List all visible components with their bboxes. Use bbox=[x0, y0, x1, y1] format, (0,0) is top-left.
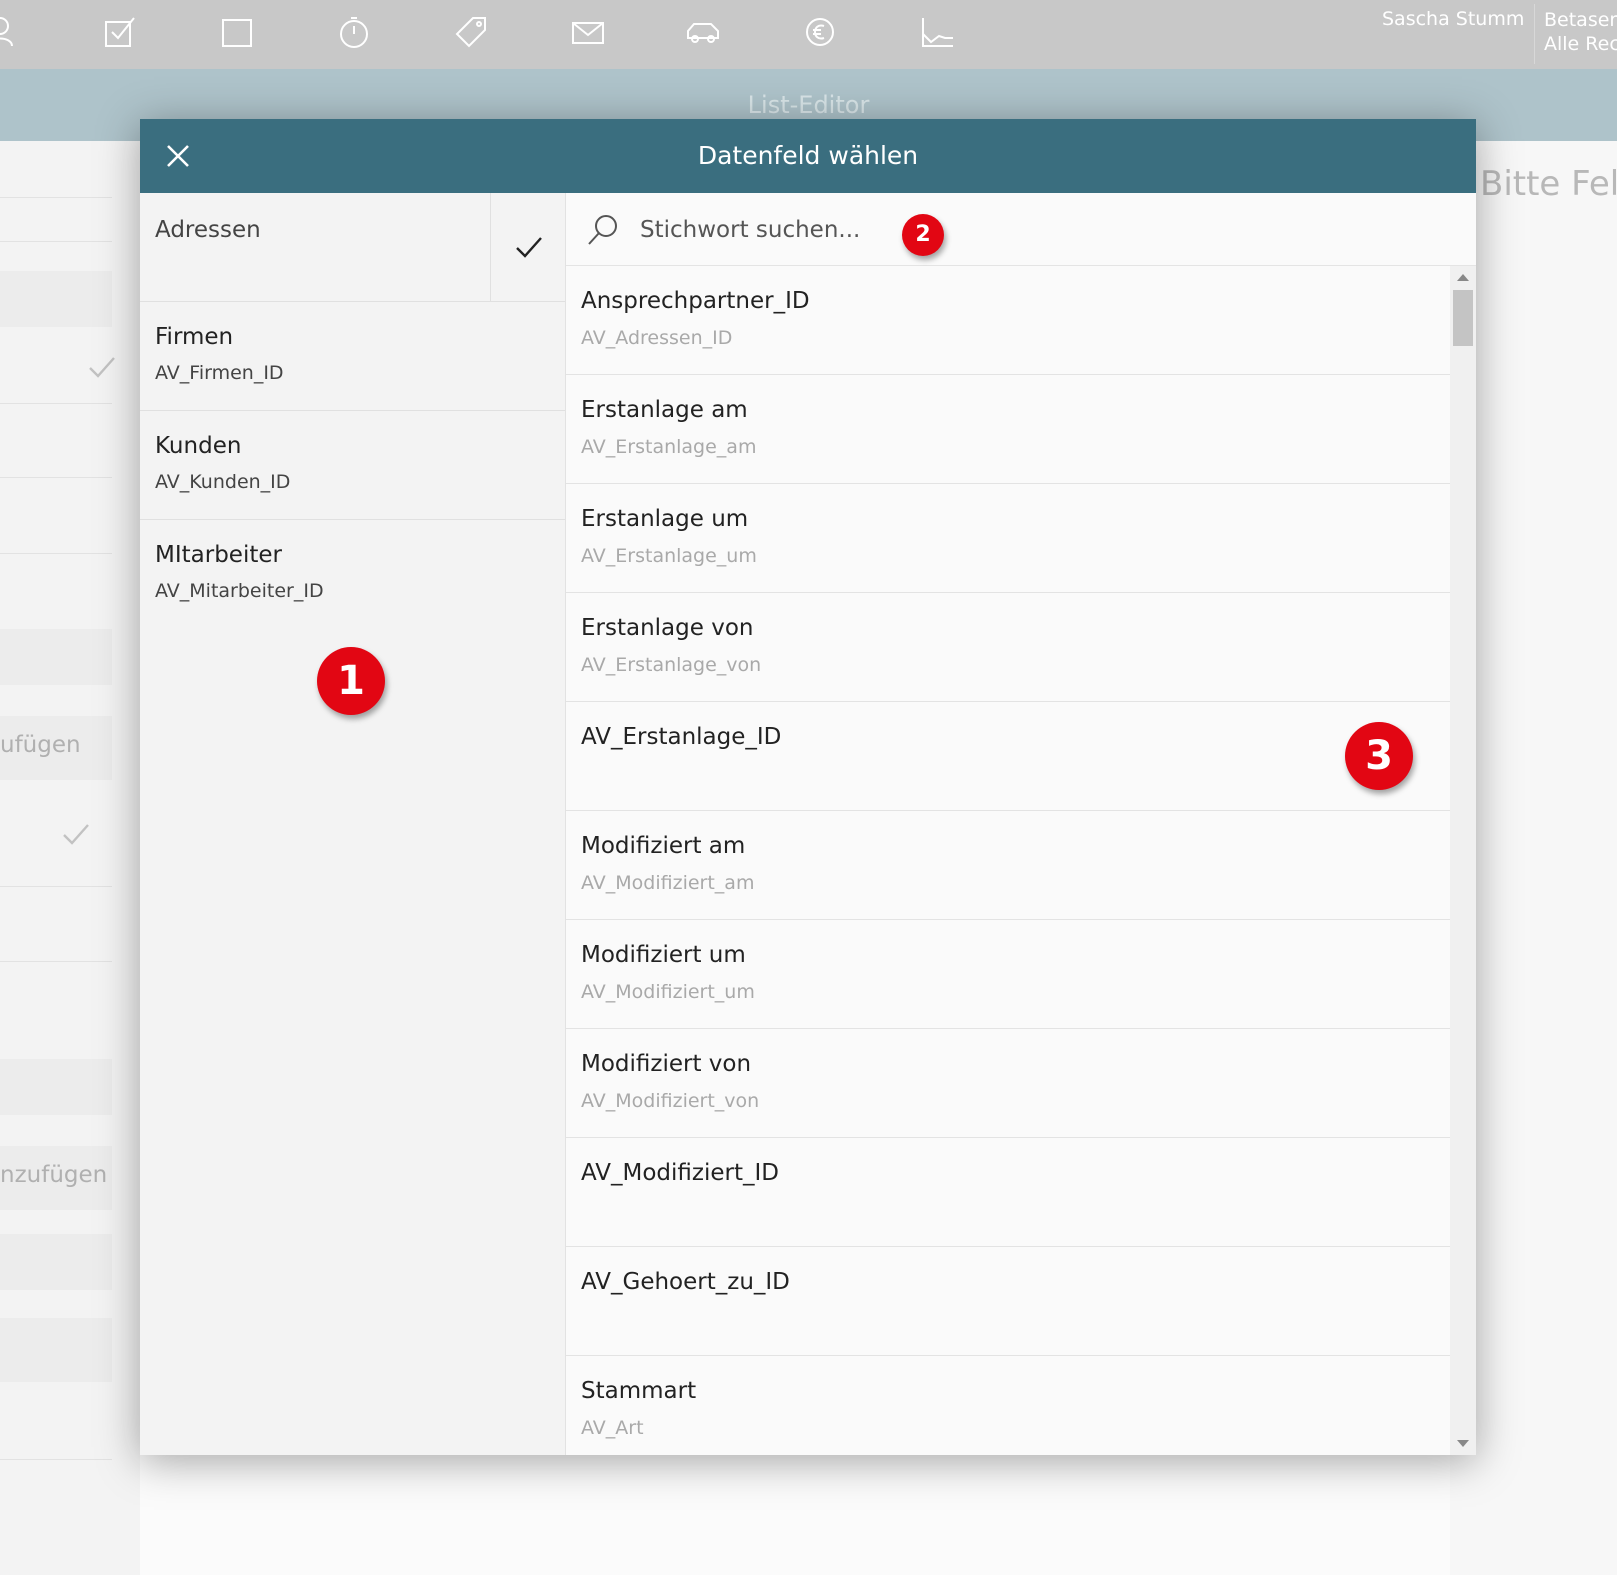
field-item-label: Modifiziert am bbox=[581, 833, 746, 859]
field-item-sub: AV_Erstanlage_um bbox=[581, 545, 757, 567]
person-icon[interactable] bbox=[0, 14, 22, 50]
field-item[interactable]: AV_Erstanlage_ID bbox=[566, 702, 1450, 811]
field-item-label: Ansprechpartner_ID bbox=[581, 288, 810, 314]
table-item-label: MItarbeiter bbox=[155, 542, 282, 568]
field-item-sub: AV_Modifiziert_um bbox=[581, 981, 755, 1003]
bg-right-hint: Bitte Feld bbox=[1480, 164, 1617, 204]
scroll-thumb[interactable] bbox=[1453, 290, 1473, 346]
bg-add-row-2[interactable]: nzufügen bbox=[0, 1146, 112, 1210]
bg-divider bbox=[0, 477, 112, 478]
field-item-label: Erstanlage am bbox=[581, 397, 748, 423]
table-item-kunden[interactable]: Kunden AV_Kunden_ID bbox=[140, 411, 565, 520]
field-item-label: Erstanlage von bbox=[581, 615, 754, 641]
field-item[interactable]: AV_Modifiziert_ID bbox=[566, 1138, 1450, 1247]
user-divider bbox=[1534, 4, 1535, 64]
tag-icon[interactable] bbox=[453, 14, 489, 50]
table-item-label: Adressen bbox=[155, 217, 261, 243]
table-item-label: Firmen bbox=[155, 324, 234, 350]
annotation-marker-1: 1 bbox=[317, 647, 385, 715]
table-item-sub: AV_Kunden_ID bbox=[155, 471, 291, 493]
field-item-label: AV_Modifiziert_ID bbox=[581, 1160, 779, 1186]
field-item-label: Stammart bbox=[581, 1378, 697, 1404]
user-name[interactable]: Sascha Stumm bbox=[1382, 8, 1524, 30]
table-item-label: Kunden bbox=[155, 433, 242, 459]
bg-row bbox=[0, 271, 112, 327]
bg-divider bbox=[0, 1459, 112, 1460]
field-item[interactable]: AV_Gehoert_zu_ID bbox=[566, 1247, 1450, 1356]
field-item[interactable]: Modifiziert am AV_Modifiziert_am bbox=[566, 811, 1450, 920]
car-icon[interactable] bbox=[685, 14, 721, 50]
bg-divider bbox=[0, 961, 112, 962]
table-list: Adressen Firmen AV_Firmen_ID Kunden AV_K… bbox=[140, 193, 566, 1455]
field-item-sub: AV_Adressen_ID bbox=[581, 327, 733, 349]
field-item[interactable]: Modifiziert von AV_Modifiziert_von bbox=[566, 1029, 1450, 1138]
table-item-adressen[interactable]: Adressen bbox=[140, 193, 565, 302]
bg-row bbox=[0, 1059, 112, 1115]
bg-row bbox=[0, 1318, 112, 1382]
field-item-sub: AV_Modifiziert_von bbox=[581, 1090, 760, 1112]
field-item-label: AV_Gehoert_zu_ID bbox=[581, 1269, 790, 1295]
field-list: Ansprechpartner_ID AV_Adressen_ID Erstan… bbox=[566, 266, 1450, 1455]
search-bar bbox=[566, 193, 1476, 266]
annotation-marker-2: 2 bbox=[902, 214, 944, 256]
timer-icon[interactable] bbox=[336, 14, 372, 50]
field-item-label: Modifiziert von bbox=[581, 1051, 752, 1077]
user-extra-line1: Betaser bbox=[1544, 9, 1617, 31]
table-item-check[interactable] bbox=[490, 193, 566, 301]
mail-icon[interactable] bbox=[570, 14, 606, 50]
table-item-mitarbeiter[interactable]: MItarbeiter AV_Mitarbeiter_ID bbox=[140, 520, 565, 628]
close-button[interactable] bbox=[160, 138, 196, 174]
background-left-panel: ufügen nzufügen bbox=[0, 141, 140, 1575]
chart-icon[interactable] bbox=[919, 14, 955, 50]
bg-add-text-2: nzufügen bbox=[0, 1162, 108, 1188]
field-picker-dialog: Datenfeld wählen Adressen Firmen AV_Firm… bbox=[140, 119, 1476, 1455]
field-item[interactable]: Ansprechpartner_ID AV_Adressen_ID bbox=[566, 266, 1450, 375]
top-toolbar: Sascha Stumm Betaser Alle Rec bbox=[0, 0, 1617, 69]
field-item-label: Erstanlage um bbox=[581, 506, 749, 532]
scroll-up-icon[interactable] bbox=[1457, 274, 1469, 281]
user-extra-line2: Alle Rec bbox=[1544, 33, 1617, 55]
task-icon[interactable] bbox=[102, 14, 138, 50]
field-item[interactable]: Erstanlage um AV_Erstanlage_um bbox=[566, 484, 1450, 593]
field-item[interactable]: Stammart AV_Art bbox=[566, 1356, 1450, 1455]
field-item-sub: AV_Erstanlage_von bbox=[581, 654, 762, 676]
bg-row bbox=[0, 629, 112, 685]
bg-add-text-1: ufügen bbox=[0, 732, 81, 758]
bg-add-row-1[interactable]: ufügen bbox=[0, 716, 112, 780]
bg-divider bbox=[0, 241, 112, 242]
field-item[interactable]: Modifiziert um AV_Modifiziert_um bbox=[566, 920, 1450, 1029]
close-icon bbox=[167, 145, 189, 167]
scroll-down-icon[interactable] bbox=[1457, 1440, 1469, 1447]
field-item-label: AV_Erstanlage_ID bbox=[581, 724, 782, 750]
table-item-sub: AV_Mitarbeiter_ID bbox=[155, 580, 324, 602]
bg-divider bbox=[0, 197, 112, 198]
dialog-title: Datenfeld wählen bbox=[697, 141, 919, 170]
calendar-icon[interactable] bbox=[219, 14, 255, 50]
bg-row bbox=[0, 1234, 112, 1290]
euro-settings-icon[interactable] bbox=[802, 14, 838, 50]
field-item-sub: AV_Modifiziert_am bbox=[581, 872, 755, 894]
check-icon bbox=[516, 237, 542, 258]
field-item[interactable]: Erstanlage am AV_Erstanlage_am bbox=[566, 375, 1450, 484]
bg-divider bbox=[0, 553, 112, 554]
page-title: List-Editor bbox=[747, 91, 870, 119]
annotation-marker-3: 3 bbox=[1345, 722, 1413, 790]
bg-divider bbox=[0, 886, 112, 887]
search-icon[interactable] bbox=[586, 213, 620, 247]
user-extra[interactable]: Betaser Alle Rec bbox=[1544, 8, 1617, 56]
field-list-scrollbar[interactable] bbox=[1450, 266, 1476, 1455]
field-item[interactable]: Erstanlage von AV_Erstanlage_von bbox=[566, 593, 1450, 702]
bg-divider bbox=[0, 403, 112, 404]
table-item-sub: AV_Firmen_ID bbox=[155, 362, 284, 384]
bg-check-icon bbox=[86, 351, 118, 387]
bg-check-icon bbox=[60, 818, 92, 854]
table-item-firmen[interactable]: Firmen AV_Firmen_ID bbox=[140, 302, 565, 411]
field-item-sub: AV_Erstanlage_am bbox=[581, 436, 757, 458]
dialog-header: Datenfeld wählen bbox=[140, 119, 1476, 193]
field-item-label: Modifiziert um bbox=[581, 942, 746, 968]
field-item-sub: AV_Art bbox=[581, 1417, 644, 1439]
